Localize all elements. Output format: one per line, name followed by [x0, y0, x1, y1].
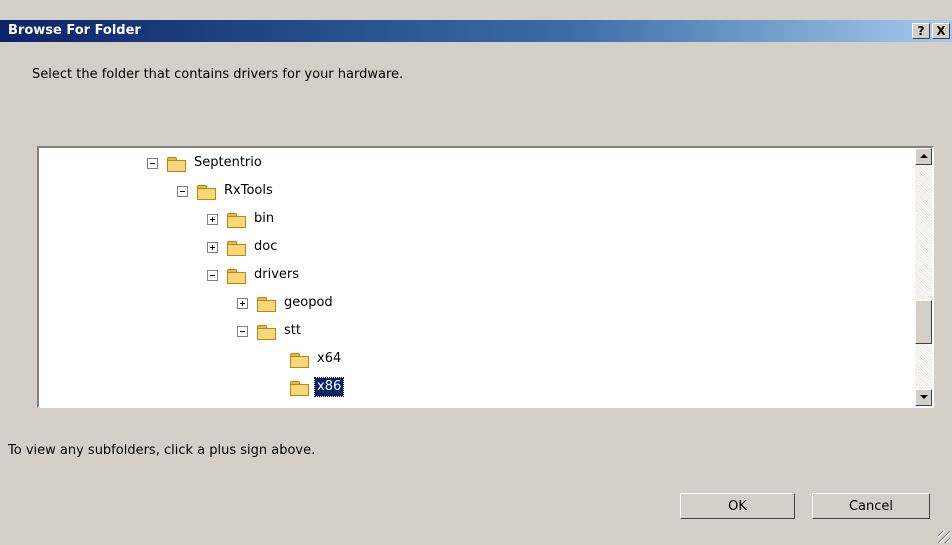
- resize-grip[interactable]: [938, 531, 950, 543]
- help-button[interactable]: ?: [912, 23, 930, 39]
- arrow-up-icon: [920, 154, 928, 158]
- folder-tree[interactable]: Septentrio RxTools bin doc drivers geopod stt x…: [37, 146, 934, 408]
- scroll-thumb[interactable]: [915, 300, 932, 344]
- scroll-up-button[interactable]: [915, 148, 932, 165]
- tree-node[interactable]: bin: [207, 209, 276, 229]
- close-button[interactable]: X: [932, 23, 950, 39]
- arrow-down-icon: [920, 395, 928, 399]
- cancel-button[interactable]: Cancel: [812, 493, 930, 519]
- folder-icon: [226, 239, 246, 256]
- tree-node-label: geopod: [284, 295, 333, 310]
- folder-icon: [256, 323, 276, 340]
- tree-node-label: x86: [313, 377, 345, 397]
- minus-box-icon[interactable]: [237, 325, 248, 337]
- minus-box-icon[interactable]: [177, 185, 188, 197]
- tree-node[interactable]: RxTools: [177, 181, 275, 201]
- tree-node-label: RxTools: [224, 183, 273, 198]
- tree-node-label: stt: [284, 323, 301, 338]
- scroll-down-button[interactable]: [915, 389, 932, 406]
- tree-node-label: x64: [317, 351, 342, 366]
- tree-node[interactable]: Septentrio: [147, 153, 264, 173]
- folder-icon: [256, 295, 276, 312]
- folder-icon: [226, 211, 246, 228]
- tree-node[interactable]: x64: [289, 349, 343, 369]
- ok-button[interactable]: OK: [680, 493, 795, 519]
- minus-box-icon[interactable]: [207, 269, 218, 281]
- tree-node[interactable]: drivers: [207, 265, 301, 285]
- plus-box-icon[interactable]: [207, 241, 218, 253]
- folder-icon: [226, 267, 246, 284]
- folder-icon: [289, 351, 309, 368]
- plus-box-icon[interactable]: [237, 297, 248, 309]
- tree-node[interactable]: geopod: [237, 293, 335, 313]
- title-bar: Browse For Folder ? X: [0, 20, 952, 42]
- tree-node[interactable]: doc: [207, 237, 279, 257]
- tree-node-label: doc: [254, 239, 278, 254]
- dialog-title: Browse For Folder: [8, 23, 141, 38]
- folder-icon: [289, 379, 309, 396]
- tree-node-label: Septentrio: [194, 155, 262, 170]
- folder-icon: [166, 155, 186, 172]
- vertical-scrollbar[interactable]: [915, 148, 932, 406]
- folder-icon: [196, 183, 216, 200]
- minus-box-icon[interactable]: [147, 157, 158, 169]
- plus-box-icon[interactable]: [207, 213, 218, 225]
- tree-node[interactable]: x86: [289, 377, 345, 397]
- subfolder-hint: To view any subfolders, click a plus sig…: [8, 443, 316, 458]
- tree-node-label: bin: [254, 211, 275, 226]
- tree-node-label: drivers: [254, 267, 300, 282]
- instruction-text: Select the folder that contains drivers …: [32, 67, 404, 82]
- tree-node[interactable]: stt: [237, 321, 303, 341]
